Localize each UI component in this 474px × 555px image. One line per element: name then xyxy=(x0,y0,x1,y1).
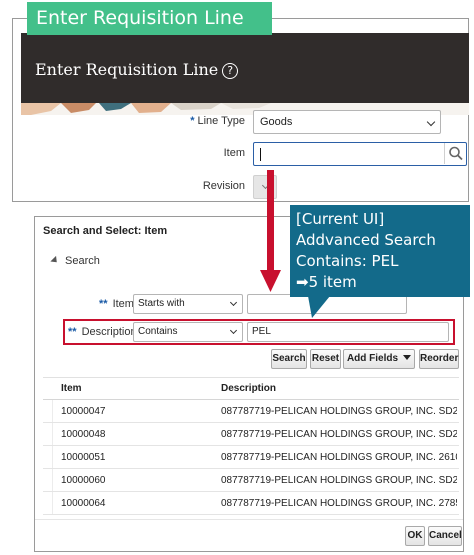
description-cell: 087787719-PELICAN HOLDINGS GROUP, INC. S… xyxy=(221,429,457,440)
required-marker: ** xyxy=(99,298,108,310)
item-operator-select[interactable]: Starts with xyxy=(133,294,243,314)
add-fields-label: Add Fields xyxy=(346,353,399,364)
chevron-down-icon xyxy=(426,117,436,127)
dropdown-caret-icon xyxy=(403,355,412,360)
page-title: Enter Requisition Line? xyxy=(35,60,239,79)
line-type-label: * Line Type xyxy=(190,115,245,127)
annotation-callout: [Current UI] Addvanced Search Contains: … xyxy=(290,205,470,297)
reorder-button[interactable]: Reorder xyxy=(419,349,459,369)
search-icon[interactable] xyxy=(444,143,466,164)
description-cell: 087787719-PELICAN HOLDINGS GROUP, INC. S… xyxy=(221,406,457,417)
description-criteria-input[interactable]: PEL xyxy=(247,322,449,342)
results-table: Item Description 10000047 087787719-PELI… xyxy=(43,377,459,515)
table-row[interactable]: 10000047 087787719-PELICAN HOLDINGS GROU… xyxy=(43,400,459,423)
description-cell: 087787719-PELICAN HOLDINGS GROUP, INC. 2… xyxy=(221,498,457,509)
required-marker: ** xyxy=(68,326,77,338)
cancel-button[interactable]: Cancel xyxy=(428,526,462,546)
revision-label: Revision xyxy=(202,180,245,192)
item-cell: 10000060 xyxy=(61,475,106,486)
description-cell: 087787719-PELICAN HOLDINGS GROUP, INC. 2… xyxy=(221,452,457,463)
item-row: Item xyxy=(21,142,469,166)
arrow-down-icon xyxy=(260,170,281,292)
description-criteria-label: ** Description xyxy=(68,326,137,338)
row-header xyxy=(43,423,53,445)
table-row[interactable]: 10000048 087787719-PELICAN HOLDINGS GROU… xyxy=(43,423,459,446)
callout-line: Addvanced Search xyxy=(296,231,436,249)
description-operator-select[interactable]: Contains xyxy=(133,322,243,342)
row-header xyxy=(43,400,53,422)
disclosure-triangle-icon xyxy=(50,255,60,266)
description-cell: 087787719-PELICAN HOLDINGS GROUP, INC. S… xyxy=(221,475,457,486)
search-section-label: Search xyxy=(65,255,100,267)
dialog-title: Search and Select: Item xyxy=(43,225,168,237)
row-header xyxy=(43,446,53,468)
item-cell: 10000047 xyxy=(61,406,106,417)
chevron-down-icon xyxy=(229,298,238,307)
line-type-value: Goods xyxy=(260,116,293,128)
callout-pointer xyxy=(308,296,330,318)
callout-line: ➡5 item xyxy=(296,273,357,291)
text-cursor xyxy=(260,148,261,161)
callout-line: Contains: PEL xyxy=(296,252,399,270)
table-row[interactable]: 10000051 087787719-PELICAN HOLDINGS GROU… xyxy=(43,446,459,469)
line-type-row: * Line Type Goods xyxy=(21,110,469,134)
table-row[interactable]: 10000060 087787719-PELICAN HOLDINGS GROU… xyxy=(43,469,459,492)
item-cell: 10000051 xyxy=(61,452,106,463)
revision-row: Revision xyxy=(21,175,469,199)
row-header xyxy=(43,469,53,491)
table-row[interactable]: 10000064 087787719-PELICAN HOLDINGS GROU… xyxy=(43,492,459,515)
dialog-divider xyxy=(35,519,463,520)
item-criteria-label: ** Item xyxy=(99,298,134,310)
column-header-description[interactable]: Description xyxy=(221,383,276,394)
page-header: Enter Requisition Line? xyxy=(21,33,469,103)
help-icon[interactable]: ? xyxy=(222,63,239,79)
item-label: Item xyxy=(223,147,245,159)
description-operator-value: Contains xyxy=(138,326,178,337)
chevron-down-icon xyxy=(229,326,238,335)
search-button[interactable]: Search xyxy=(271,349,307,369)
item-input[interactable] xyxy=(253,142,467,166)
results-header: Item Description xyxy=(43,378,459,400)
row-header xyxy=(43,492,53,514)
search-section-toggle[interactable]: Search xyxy=(50,255,100,267)
required-asterisk: * xyxy=(190,115,195,127)
add-fields-button[interactable]: Add Fields xyxy=(343,349,415,369)
item-cell: 10000048 xyxy=(61,429,106,440)
callout-line: [Current UI] xyxy=(296,210,385,228)
line-type-select[interactable]: Goods xyxy=(253,110,441,134)
reset-button[interactable]: Reset xyxy=(310,349,341,369)
section-banner: Enter Requisition Line xyxy=(27,2,272,35)
item-cell: 10000064 xyxy=(61,498,106,509)
ok-button[interactable]: OK xyxy=(405,526,425,546)
column-header-item[interactable]: Item xyxy=(61,383,82,394)
enter-requisition-line-panel: Enter Requisition Line? * Line Type Goods… xyxy=(12,18,469,202)
page-title-text: Enter Requisition Line xyxy=(35,60,219,79)
item-operator-value: Starts with xyxy=(138,298,185,309)
